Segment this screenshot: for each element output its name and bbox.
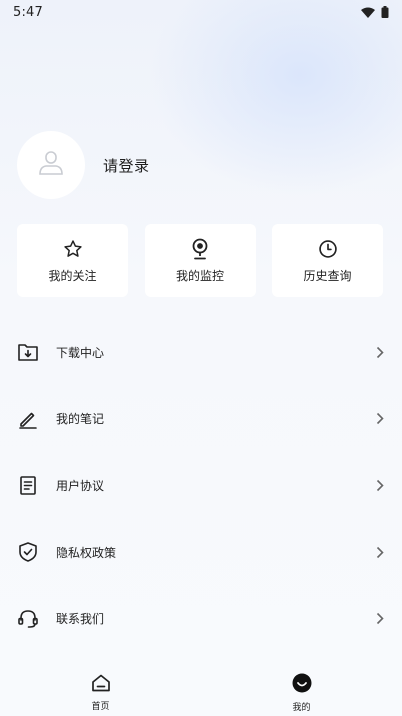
profile-header[interactable]: 请登录 xyxy=(17,131,150,199)
status-icons xyxy=(361,6,389,18)
home-icon xyxy=(91,674,111,696)
tab-mine-label: 我的 xyxy=(292,703,311,713)
quick-follow-button[interactable]: 我的关注 xyxy=(17,224,128,297)
menu-item-label: 下载中心 xyxy=(56,345,105,360)
tab-mine[interactable]: 我的 xyxy=(201,668,402,716)
download-folder-icon xyxy=(18,342,38,362)
status-bar: 5:47 xyxy=(0,0,402,24)
chevron-right-icon xyxy=(372,412,384,426)
battery-icon xyxy=(381,6,389,18)
quick-monitor-label: 我的监控 xyxy=(175,268,224,283)
shield-check-icon xyxy=(18,542,38,562)
menu-item-privacy-policy[interactable]: 隐私权政策 xyxy=(0,519,402,586)
chevron-right-icon xyxy=(372,545,384,559)
quick-history-label: 历史查询 xyxy=(303,268,352,283)
headset-icon xyxy=(18,609,38,629)
tab-home-label: 首页 xyxy=(91,702,110,712)
menu-item-contact-us[interactable]: 联系我们 xyxy=(0,585,402,652)
chevron-right-icon xyxy=(372,612,384,626)
quick-actions: 我的关注 我的监控 历史查询 xyxy=(17,224,383,297)
wifi-icon xyxy=(361,7,375,18)
pencil-icon xyxy=(18,409,38,429)
menu-item-label: 用户协议 xyxy=(56,478,105,493)
menu-item-notes[interactable]: 我的笔记 xyxy=(0,386,402,453)
document-icon xyxy=(18,475,38,495)
quick-follow-label: 我的关注 xyxy=(48,268,97,283)
tab-home[interactable]: 首页 xyxy=(0,668,201,716)
quick-history-button[interactable]: 历史查询 xyxy=(272,224,383,297)
menu-item-downloads[interactable]: 下载中心 xyxy=(0,319,402,386)
chevron-right-icon xyxy=(372,345,384,359)
menu-item-user-agreement[interactable]: 用户协议 xyxy=(0,452,402,519)
smile-icon xyxy=(292,673,312,697)
bottom-tab-bar: 首页 我的 xyxy=(0,668,402,716)
login-label[interactable]: 请登录 xyxy=(103,155,150,176)
avatar[interactable] xyxy=(17,131,85,199)
status-time: 5:47 xyxy=(13,4,43,20)
star-icon xyxy=(63,238,83,260)
menu-item-label: 联系我们 xyxy=(56,612,105,627)
settings-menu: 下载中心 我的笔记 用户协议 隐私权政策 联系我们 xyxy=(0,319,402,652)
clock-icon xyxy=(318,238,338,260)
user-icon xyxy=(38,150,64,180)
menu-item-label: 我的笔记 xyxy=(56,412,105,427)
quick-monitor-button[interactable]: 我的监控 xyxy=(144,224,256,297)
webcam-icon xyxy=(192,238,208,260)
chevron-right-icon xyxy=(372,478,384,492)
menu-item-label: 隐私权政策 xyxy=(56,545,117,560)
